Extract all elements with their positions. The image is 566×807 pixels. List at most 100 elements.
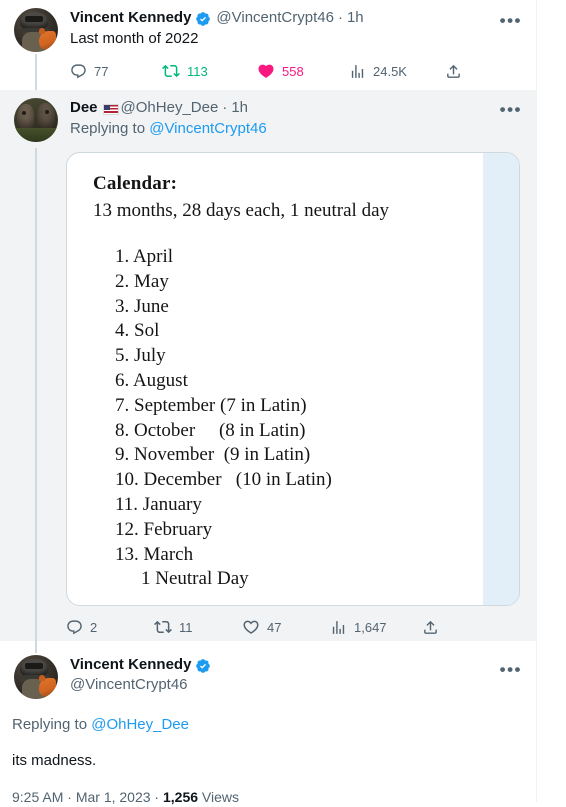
tweet-3-body: Vincent Kennedy @VincentCrypt46 — [60, 655, 524, 695]
reply-icon — [66, 619, 83, 636]
tweet-1-header: Vincent Kennedy @VincentCrypt46 · 1h — [70, 8, 524, 28]
list-item: 4. Sol — [115, 320, 160, 342]
like-action[interactable]: 47 — [242, 618, 330, 636]
reply-action[interactable]: 77 — [70, 63, 162, 80]
us-flag-icon — [102, 103, 119, 115]
timestamp[interactable]: 1h — [231, 98, 248, 118]
avatar-art — [14, 127, 58, 142]
tweet-2-replying-to: Replying to @VincentCrypt46 — [70, 119, 524, 139]
tweet-1-body: Vincent Kennedy @VincentCrypt46 · 1h Las… — [60, 8, 524, 87]
list-item: 2. May — [115, 270, 169, 292]
meta-time: 9:25 AM — [12, 789, 64, 805]
calendar-image-card[interactable]: Calendar: 13 months, 28 days each, 1 neu… — [66, 152, 520, 606]
tweet-3-text: its madness. — [12, 752, 97, 769]
avatar-art — [16, 104, 35, 131]
reply-action[interactable]: 2 — [66, 619, 154, 636]
list-item: 3. June — [115, 295, 169, 317]
retweet-action[interactable]: 113 — [162, 62, 257, 80]
tweet-1-text: Last month of 2022 — [70, 30, 199, 47]
handle[interactable]: @VincentCrypt46 — [70, 675, 188, 695]
reply-count: 2 — [90, 619, 98, 635]
verified-badge-icon — [195, 658, 211, 674]
reply-icon — [70, 63, 87, 80]
tweet-1[interactable]: ••• Vincent Kennedy @VincentCrypt46 · 1h… — [0, 0, 536, 98]
heart-icon — [242, 618, 260, 636]
tweet-1-more-button[interactable]: ••• — [500, 12, 522, 29]
avatar-art — [39, 675, 45, 682]
meta-separator: · — [63, 789, 76, 805]
replying-prefix: Replying to — [12, 716, 92, 733]
share-action[interactable] — [422, 619, 439, 636]
calendar-title: Calendar: — [93, 173, 178, 194]
replying-to-handle-link[interactable]: @OhHey_Dee — [91, 716, 189, 733]
meta-separator: · — [150, 789, 163, 805]
list-item: 1. April — [115, 246, 174, 267]
tweet-3-avatar-column — [12, 655, 60, 699]
list-item: 11. January — [115, 493, 202, 515]
timestamp[interactable]: 1h — [347, 8, 364, 28]
handle[interactable]: @VincentCrypt46 — [216, 8, 334, 28]
tweet-2-more-button[interactable]: ••• — [500, 101, 522, 118]
calendar-subtitle: 13 months, 28 days each, 1 neutral day — [93, 200, 390, 221]
list-item: 12. February — [115, 518, 213, 540]
retweet-count: 113 — [187, 63, 208, 79]
share-action[interactable] — [445, 63, 462, 80]
share-icon — [422, 619, 439, 636]
tweet-3-meta: 9:25 AM · Mar 1, 2023 · 1,256 Views — [12, 787, 524, 807]
calendar-month-list: 1. April 2. May 3. June 4. Sol 5. July 6… — [93, 245, 519, 592]
tweet-1-avatar-column — [12, 8, 60, 98]
list-item: 7. September (7 in Latin) — [115, 394, 307, 416]
handle[interactable]: @OhHey_Dee — [121, 98, 219, 118]
avatar[interactable] — [14, 655, 58, 699]
replying-prefix: Replying to — [70, 120, 150, 137]
display-name[interactable]: Vincent Kennedy — [70, 655, 191, 675]
tweet-2-body: Dee @OhHey_Dee · 1h Replying to @Vincent… — [60, 98, 524, 139]
separator-dot: · — [337, 9, 343, 26]
share-icon — [445, 63, 462, 80]
retweet-count: 11 — [179, 619, 193, 635]
retweet-icon — [162, 62, 180, 80]
meta-views-label: Views — [198, 789, 240, 805]
thread-connector-line — [35, 148, 37, 653]
like-count: 47 — [267, 619, 282, 635]
list-item: 13. March — [115, 543, 194, 565]
views-action[interactable]: 1,647 — [330, 619, 422, 636]
avatar-art — [36, 103, 56, 131]
avatar[interactable] — [14, 8, 58, 52]
tweet-3-replying-to: Replying to @OhHey_Dee — [12, 715, 524, 735]
heart-icon — [257, 62, 275, 80]
list-item: 10. December (10 in Latin) — [115, 469, 332, 491]
avatar-art — [39, 28, 45, 35]
column-right-border — [536, 0, 537, 802]
avatar-art — [21, 111, 26, 116]
tweet-3-header: Vincent Kennedy — [70, 655, 524, 675]
tweet-2-action-bar: 2 11 47 1,647 — [66, 611, 524, 643]
tweet-3[interactable]: ••• Vincent Kennedy @VincentCrypt46 Repl… — [0, 641, 536, 805]
tweet-2-avatar-column — [12, 98, 60, 653]
avatar[interactable] — [14, 98, 58, 142]
list-item: 6. August — [115, 369, 188, 391]
verified-badge-icon — [195, 11, 211, 27]
views-action[interactable]: 24.5K — [349, 63, 445, 80]
tweet-3-more-button[interactable]: ••• — [500, 661, 522, 678]
like-action[interactable]: 558 — [257, 62, 349, 80]
list-item: 8. October (8 in Latin) — [115, 419, 306, 441]
like-count: 558 — [282, 63, 304, 79]
retweet-icon — [154, 618, 172, 636]
analytics-icon — [349, 63, 366, 80]
tweet-2[interactable]: ••• Dee @OhHey_Dee · 1h Replying to @Vin… — [0, 90, 536, 653]
list-item: 9. November (9 in Latin) — [115, 444, 311, 466]
avatar-art — [25, 15, 44, 22]
display-name[interactable]: Vincent Kennedy — [70, 8, 191, 28]
calendar-content: Calendar: 13 months, 28 days each, 1 neu… — [67, 153, 519, 592]
display-name[interactable]: Dee — [70, 98, 98, 118]
calendar-neutral-day: 1 Neutral Day — [141, 568, 249, 590]
replying-to-handle-link[interactable]: @VincentCrypt46 — [149, 120, 267, 137]
meta-views-count: 1,256 — [163, 789, 199, 805]
retweet-action[interactable]: 11 — [154, 618, 242, 636]
analytics-icon — [330, 619, 347, 636]
meta-date: Mar 1, 2023 — [75, 789, 151, 805]
tweet-3-handle-row: @VincentCrypt46 — [70, 675, 524, 695]
views-count: 24.5K — [373, 63, 407, 79]
separator-dot: · — [222, 99, 228, 116]
